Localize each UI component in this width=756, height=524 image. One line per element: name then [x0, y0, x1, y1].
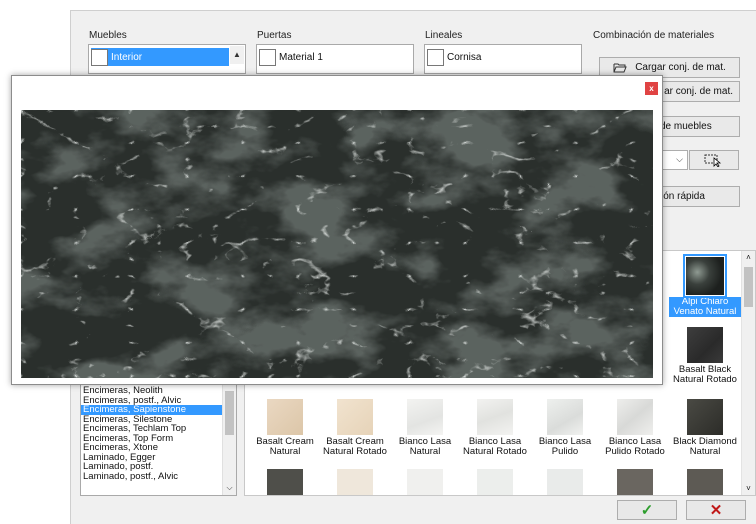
material-swatch-image: [547, 399, 583, 435]
material-label: Basalt Black Natural Rotado: [673, 364, 737, 385]
material-thumb[interactable]: Bianco Lasa Natural Rotado: [459, 399, 531, 457]
lineales-label: Lineales: [425, 30, 463, 41]
scroll-down-icon[interactable]: ˅: [742, 484, 755, 493]
chevron-down-icon: ⌵: [676, 154, 683, 164]
category-item[interactable]: Encimeras, postf., Alvic: [81, 396, 222, 406]
list-item-label: Material 1: [279, 51, 323, 63]
folder-open-icon: [613, 63, 627, 73]
material-thumb[interactable]: Basalt Cream Natural: [249, 399, 321, 457]
category-item[interactable]: Laminado, postf.: [81, 462, 222, 472]
scroll-up-icon[interactable]: ˄: [742, 253, 755, 262]
texture-preview-window: x: [11, 75, 663, 385]
material-thumb[interactable]: Bianco Lasa Pulido Rotado: [599, 399, 671, 457]
material-swatch-image: [683, 254, 727, 298]
puertas-label: Puertas: [257, 30, 292, 41]
material-label: Basalt Cream Natural: [256, 436, 314, 457]
material-thumb[interactable]: [319, 469, 391, 495]
material-swatch-image: [477, 399, 513, 435]
category-item[interactable]: Encimeras, Techlam Top: [81, 424, 222, 434]
material-swatch: [91, 48, 108, 66]
list-item[interactable]: Cornisa: [427, 48, 565, 66]
close-button[interactable]: x: [645, 82, 658, 95]
category-item[interactable]: Laminado, Egger: [81, 453, 222, 463]
material-thumb[interactable]: [669, 469, 741, 495]
material-thumb[interactable]: Bianco Lasa Pulido: [529, 399, 601, 457]
scroll-thumb[interactable]: [744, 267, 753, 307]
material-thumb[interactable]: [529, 469, 601, 495]
material-label: Bianco Lasa Pulido Rotado: [605, 436, 665, 457]
category-scrollbar[interactable]: ⌵: [222, 385, 236, 495]
material-thumb[interactable]: Basalt Cream Natural Rotado: [319, 399, 391, 457]
material-swatch-image: [267, 399, 303, 435]
combinacion-label: Combinación de materiales: [593, 30, 715, 41]
material-label: Basalt Cream Natural Rotado: [323, 436, 387, 457]
material-thumb[interactable]: Bianco Lasa Natural: [389, 399, 461, 457]
material-swatch-image: [687, 469, 723, 495]
pick-button[interactable]: [689, 150, 739, 170]
category-item[interactable]: Encimeras, Neolith: [81, 386, 222, 396]
material-swatch-image: [267, 469, 303, 495]
material-label: Bianco Lasa Pulido: [538, 436, 592, 457]
load-set-label: Cargar conj. de mat.: [635, 62, 726, 73]
scroll-up-icon[interactable]: ▲: [230, 46, 244, 64]
material-swatch: [259, 48, 276, 66]
material-label: Bianco Lasa Natural Rotado: [463, 436, 527, 457]
material-swatch-image: [407, 469, 443, 495]
material-swatch-image: [337, 469, 373, 495]
material-swatch-image: [617, 469, 653, 495]
material-swatch-image: [407, 399, 443, 435]
furniture-button-label: de muebles: [660, 121, 712, 132]
marble-texture-image: [21, 110, 653, 378]
material-thumb[interactable]: Basalt Black Natural Rotado: [669, 327, 741, 385]
material-swatch-image: [337, 399, 373, 435]
lineales-list[interactable]: Cornisa: [424, 44, 582, 74]
material-label: Alpi Chiaro Venato Natural: [669, 297, 741, 317]
category-item[interactable]: Encimeras, Silestone: [81, 415, 222, 425]
list-item[interactable]: Material 1: [259, 48, 397, 66]
material-thumb[interactable]: [249, 469, 321, 495]
material-swatch-image: [477, 469, 513, 495]
material-swatch: [427, 48, 444, 66]
save-set-label: ar conj. de mat.: [664, 86, 733, 97]
select-cursor-icon: [704, 154, 722, 167]
grid-scrollbar[interactable]: ˄ ˅: [741, 251, 755, 495]
ok-button[interactable]: ✓: [617, 500, 677, 520]
material-swatch-image: [687, 399, 723, 435]
material-swatch-image: [547, 469, 583, 495]
scroll-thumb[interactable]: [225, 391, 234, 435]
category-list[interactable]: Encimeras, Neolith Encimeras, postf., Alv…: [80, 384, 237, 496]
muebles-list[interactable]: Interior ▲: [88, 44, 246, 74]
material-thumb[interactable]: [599, 469, 671, 495]
category-item[interactable]: Encimeras, Sapienstone: [81, 405, 222, 415]
material-swatch-image: [617, 399, 653, 435]
category-item[interactable]: Encimeras, Top Form: [81, 434, 222, 444]
list-item-label: Interior: [111, 51, 143, 63]
material-thumb[interactable]: Alpi Chiaro Venato Natural: [669, 254, 741, 317]
category-item[interactable]: Laminado, postf., Alvic: [81, 472, 222, 482]
muebles-label: Muebles: [89, 30, 127, 41]
material-thumb[interactable]: [459, 469, 531, 495]
cancel-button[interactable]: ✕: [686, 500, 746, 520]
material-swatch-image: [687, 327, 723, 363]
material-thumb[interactable]: Black Diamond Natural: [669, 399, 741, 457]
material-label: Black Diamond Natural: [673, 436, 737, 457]
list-item[interactable]: Interior: [91, 48, 229, 66]
material-label: Bianco Lasa Natural: [398, 436, 452, 457]
material-thumb[interactable]: [389, 469, 461, 495]
list-item-label: Cornisa: [447, 51, 482, 63]
puertas-list[interactable]: Material 1: [256, 44, 414, 74]
scroll-down-icon[interactable]: ⌵: [223, 483, 236, 493]
category-item[interactable]: Encimeras, Xtone: [81, 443, 222, 453]
quick-apply-label: ción rápida: [656, 191, 705, 202]
